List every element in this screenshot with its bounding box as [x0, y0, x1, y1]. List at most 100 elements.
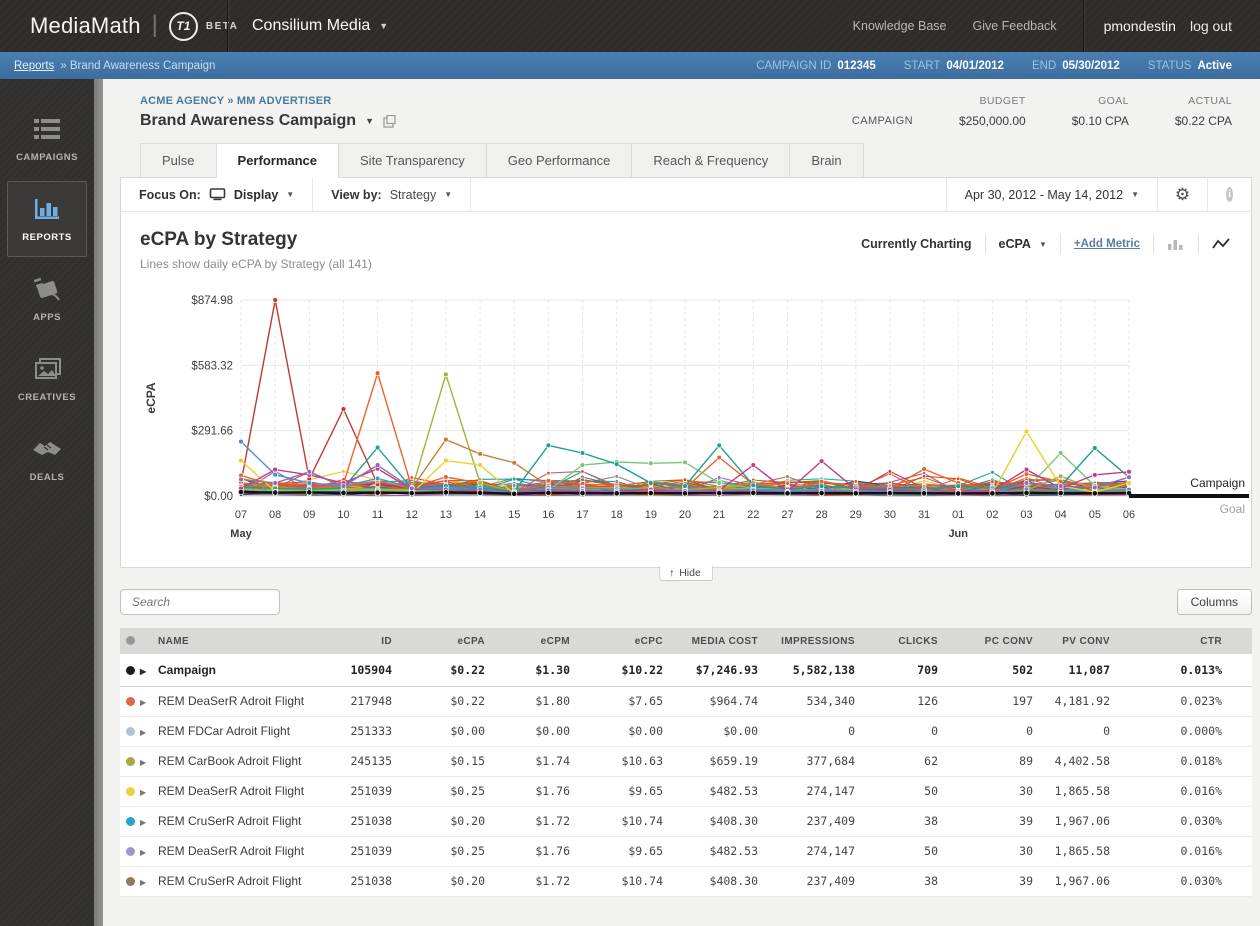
data-point	[989, 490, 996, 497]
column-header-impressions[interactable]: IMPRESSIONS	[758, 628, 855, 654]
agency-breadcrumb[interactable]: ACME AGENCY » MM ADVERTISER	[140, 95, 396, 107]
tab-performance[interactable]: Performance	[216, 143, 340, 178]
data-point	[1057, 450, 1064, 456]
knowledge-base-link[interactable]: Knowledge Base	[853, 19, 947, 33]
campaign-line-label: Campaign	[1190, 476, 1245, 490]
row-value: 197	[938, 686, 1033, 717]
expand-row-icon[interactable]: ▶	[140, 728, 146, 737]
hide-chart-button[interactable]: ↑ Hide	[659, 566, 713, 581]
data-point	[955, 490, 962, 497]
date-range-dropdown[interactable]: Apr 30, 2012 - May 14, 2012 ▼	[945, 178, 1157, 211]
data-point	[818, 458, 825, 464]
org-selector[interactable]: Consilium Media ▼	[228, 0, 412, 52]
brand-logo: MediaMath	[30, 13, 141, 38]
line-chart-view-icon[interactable]	[1212, 237, 1231, 251]
sidebar-item-reports[interactable]: REPORTS	[7, 181, 87, 257]
column-header-clicks[interactable]: CLICKS	[855, 628, 938, 654]
column-header-pc-conv[interactable]: PC CONV	[938, 628, 1033, 654]
row-value: 709	[855, 654, 938, 687]
settings-button[interactable]: ⚙	[1157, 178, 1207, 211]
data-point	[1092, 484, 1098, 491]
table-row: ▶ REM FDCar Adroit Flight 251333 $0.00 $0.00…	[120, 716, 1252, 747]
x-axis-tick-label: 06	[1123, 509, 1135, 521]
search-box[interactable]	[120, 589, 291, 615]
x-axis-tick-label: 01	[952, 509, 964, 521]
row-name[interactable]: REM FDCar Adroit Flight	[158, 716, 308, 747]
sidebar-item-label: DEALS	[29, 472, 65, 483]
row-name[interactable]: REM DeaSerR Adroit Flight	[158, 836, 308, 867]
data-point	[956, 476, 961, 481]
x-axis-tick-label: 17	[576, 509, 588, 521]
data-point	[682, 459, 688, 466]
row-name[interactable]: REM DeaSerR Adroit Flight	[158, 776, 308, 807]
search-input[interactable]	[130, 594, 291, 610]
row-value: $1.80	[485, 686, 570, 717]
row-value: $964.74	[663, 686, 758, 717]
columns-button[interactable]: Columns	[1176, 589, 1252, 615]
column-header-ecpa[interactable]: eCPA	[392, 628, 485, 654]
column-header[interactable]	[140, 628, 158, 654]
expand-row-icon[interactable]: ▶	[140, 788, 146, 797]
tab-pulse[interactable]: Pulse	[140, 143, 217, 178]
column-header-id[interactable]: ID	[308, 628, 392, 654]
row-value: 0.018%	[1110, 746, 1252, 777]
sidebar-item-apps[interactable]: APPS	[7, 261, 87, 337]
column-header-ctr[interactable]: CTR	[1110, 628, 1252, 654]
row-name[interactable]: Campaign	[158, 654, 308, 687]
reports-breadcrumb-link[interactable]: Reports	[14, 60, 54, 72]
tab-site-transparency[interactable]: Site Transparency	[339, 143, 487, 178]
expand-row-icon[interactable]: ▶	[140, 848, 146, 857]
sidebar-item-campaigns[interactable]: CAMPAIGNS	[7, 101, 87, 177]
expand-row-icon[interactable]: ▶	[140, 878, 146, 887]
data-point	[818, 490, 825, 497]
sidebar-item-creatives[interactable]: CREATIVES	[7, 341, 87, 417]
data-point	[443, 371, 449, 378]
row-name[interactable]: REM CarBook Adroit Flight	[158, 746, 308, 777]
top-bar: MediaMath | T1 BETA Consilium Media ▼ Kn…	[0, 0, 1260, 52]
data-point	[340, 489, 347, 496]
focus-on-value: Display	[233, 187, 279, 202]
ecpa-line-chart[interactable]: Campaign Goal $874.98 $583.32 $291.66 $0.00 eC…	[121, 275, 1251, 567]
row-value: $0.00	[663, 716, 758, 747]
column-header[interactable]	[120, 628, 140, 654]
bar-chart-view-icon[interactable]	[1167, 237, 1185, 251]
column-header-ecpc[interactable]: eCPC	[570, 628, 663, 654]
metric-dropdown[interactable]: eCPA ▼	[999, 237, 1047, 251]
row-value: $0.00	[570, 716, 663, 747]
expand-row-icon[interactable]: ▶	[140, 667, 146, 676]
campaign-meta: CAMPAIGN ID 012345 START 04/01/2012 END 05/30…	[756, 60, 1246, 72]
column-header-media-cost[interactable]: MEDIA COST	[663, 628, 758, 654]
tab-geo-performance[interactable]: Geo Performance	[486, 143, 633, 178]
tab-reach-frequency[interactable]: Reach & Frequency	[632, 143, 791, 178]
expand-row-icon[interactable]: ▶	[140, 818, 146, 827]
expand-row-icon[interactable]: ▶	[140, 758, 146, 767]
sidebar-item-deals[interactable]: DEALS	[7, 421, 87, 497]
column-header-pv-conv[interactable]: PV CONV	[1033, 628, 1110, 654]
row-value: $408.30	[663, 806, 758, 837]
give-feedback-link[interactable]: Give Feedback	[972, 19, 1056, 33]
chevron-down-icon: ▼	[444, 190, 453, 199]
row-name[interactable]: REM CruSerR Adroit Flight	[158, 806, 308, 837]
actual-label: ACTUAL	[1188, 95, 1232, 107]
view-by-dropdown[interactable]: View by: Strategy ▼	[313, 178, 472, 211]
external-link-icon[interactable]	[383, 114, 396, 128]
meta-value: 04/01/2012	[946, 59, 1004, 72]
logout-link[interactable]: log out	[1190, 18, 1232, 34]
expand-row-icon[interactable]: ▶	[140, 698, 146, 707]
chevron-down-icon[interactable]: ▼	[365, 116, 374, 126]
data-point	[272, 489, 279, 496]
row-value: 377,684	[758, 746, 855, 777]
column-header-ecpm[interactable]: eCPM	[485, 628, 570, 654]
username-label: pmondestin	[1103, 18, 1176, 34]
add-metric-link[interactable]: +Add Metric	[1074, 238, 1140, 250]
tab-brain[interactable]: Brain	[790, 143, 864, 178]
row-name[interactable]: REM DeaSerR Adroit Flight	[158, 686, 308, 717]
budget-stat: BUDGET $250,000.00	[959, 95, 1026, 128]
column-header-name[interactable]: NAME	[158, 628, 308, 654]
main-content: ACME AGENCY » MM ADVERTISER Brand Awaren…	[103, 79, 1260, 926]
focus-on-dropdown[interactable]: Focus On: Display ▼	[121, 178, 314, 211]
row-value: 62	[855, 746, 938, 777]
x-axis-tick-label: 08	[269, 509, 281, 521]
info-button[interactable]: i	[1207, 178, 1251, 211]
row-name[interactable]: REM CruSerR Adroit Flight	[158, 866, 308, 897]
